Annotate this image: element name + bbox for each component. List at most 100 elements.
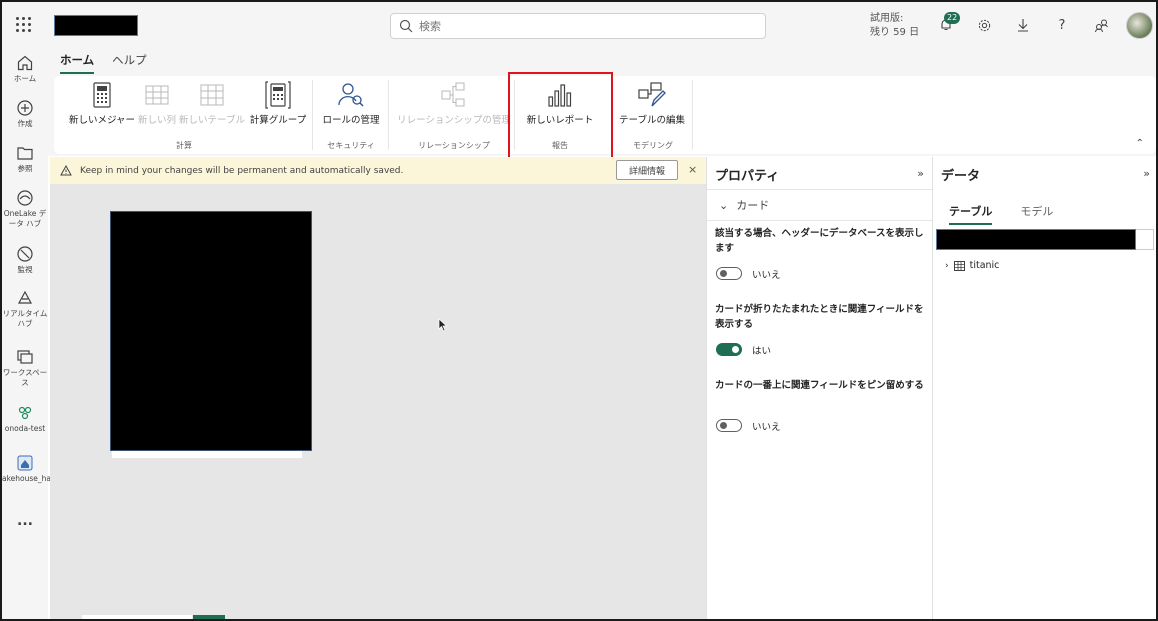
properties-pane: プロパティ » ⌄ カード 該当する場合、ヘッダーにデータベースを表示します い…: [706, 157, 933, 619]
ribbon-separator: [612, 80, 613, 150]
onelake-icon: [17, 190, 33, 206]
settings-gear-icon[interactable]: [974, 15, 994, 35]
collapse-properties-icon[interactable]: »: [917, 167, 924, 180]
calc-group-label: 計算グループ: [249, 115, 307, 126]
option-show-related-toggle[interactable]: [716, 343, 742, 356]
notification-count-badge: 22: [944, 12, 961, 24]
share-feedback-icon[interactable]: [1091, 15, 1111, 35]
rail-item-label: 監視: [17, 265, 33, 274]
tab-tables[interactable]: テーブル: [949, 203, 993, 225]
search-input[interactable]: [419, 19, 739, 33]
new-report-button[interactable]: 新しいレポート: [524, 80, 596, 126]
collapse-data-icon[interactable]: »: [1143, 167, 1150, 180]
collapse-ribbon-icon[interactable]: ⌃: [1136, 138, 1144, 149]
rail-item-label: リアルタイム ハブ: [2, 309, 48, 328]
chevron-right-icon: ›: [945, 260, 949, 271]
option-show-database-label: 該当する場合、ヘッダーにデータベースを表示します: [715, 228, 924, 254]
left-navigation-rail: ホーム 作成 参照 OneLake データ ハブ 監視 リアルタイム ハブ ワー…: [2, 48, 74, 619]
group-label-security: セキュリティ: [327, 141, 375, 150]
realtime-icon: [17, 290, 33, 304]
model-canvas[interactable]: [50, 184, 706, 615]
mouse-cursor-icon: [438, 318, 448, 332]
monitor-icon: [17, 246, 33, 262]
manage-relationships-button[interactable]: リレーションシップの管理: [396, 80, 512, 126]
tab-model[interactable]: モデル: [1020, 203, 1053, 225]
ribbon-separator: [312, 80, 313, 150]
column-icon: [145, 85, 169, 105]
new-measure-label: 新しいメジャー: [68, 115, 136, 126]
rail-item-monitor[interactable]: 監視: [2, 245, 48, 275]
manage-roles-label: ロールの管理: [322, 115, 380, 126]
rail-item-onelake[interactable]: OneLake データ ハブ: [2, 189, 48, 229]
new-measure-button[interactable]: 新しいメジャー: [66, 80, 138, 126]
more-icon[interactable]: ...: [2, 514, 48, 528]
details-button[interactable]: 詳細情報: [616, 160, 679, 180]
tab-help[interactable]: ヘルプ: [112, 52, 147, 74]
rail-item-home[interactable]: ホーム: [2, 54, 48, 84]
table-grid-icon: [953, 260, 965, 271]
help-icon[interactable]: ?: [1052, 15, 1072, 35]
rail-item-browse[interactable]: 参照: [2, 144, 48, 174]
calculator-icon: [93, 82, 111, 108]
table-tree-item[interactable]: › titanic: [945, 260, 999, 271]
rail-item-label: ホーム: [13, 74, 37, 83]
canvas-page-tab-active[interactable]: [193, 615, 225, 619]
rail-item-label: OneLake データ ハブ: [3, 209, 47, 228]
edit-tables-button[interactable]: テーブルの編集: [616, 80, 688, 126]
option-pin-related-value: いいえ: [752, 422, 781, 433]
trial-remaining: 残り 59 日: [870, 27, 920, 38]
rail-item-label: onoda-test: [4, 424, 46, 433]
new-table-button[interactable]: 新しいテーブル: [178, 80, 246, 126]
manage-roles-button[interactable]: ロールの管理: [318, 80, 384, 126]
app-launcher-icon[interactable]: [16, 17, 32, 33]
ribbon-tabs: ホーム ヘルプ: [60, 52, 147, 74]
option-show-database-value: いいえ: [752, 270, 781, 281]
search-icon: [399, 19, 413, 33]
calc-group-button[interactable]: 計算グループ: [248, 80, 308, 126]
properties-title: プロパティ: [715, 169, 780, 184]
trial-status[interactable]: 試用版: 残り 59 日: [870, 12, 919, 40]
app-window: 試用版: 残り 59 日 22 ? ホーム 作成 参照: [0, 0, 1158, 621]
new-column-label: 新しい列: [138, 115, 177, 126]
bar-chart-icon: [548, 84, 572, 107]
close-banner-icon[interactable]: ×: [688, 163, 697, 176]
canvas-page-tab[interactable]: [82, 615, 192, 619]
rail-item-label: ワークスペース: [2, 368, 48, 387]
rail-item-onoda-test[interactable]: onoda-test: [2, 404, 48, 434]
option-pin-related-label: カードの一番上に関連フィールドをピン留めする: [715, 380, 924, 391]
ribbon-toolbar: 新しいメジャー 新しい列 新しいテーブル 計算グループ 計算 ロールの管理 セキ…: [54, 76, 1156, 154]
rail-item-realtime[interactable]: リアルタイム ハブ: [2, 289, 48, 329]
ribbon-area: ホーム ヘルプ 新しいメジャー 新しい列 新しいテーブル 計算グループ 計算 ロ…: [48, 48, 1156, 156]
option-show-related-value: はい: [752, 346, 772, 357]
card-section-header[interactable]: ⌄ カード: [707, 189, 933, 221]
rail-item-create[interactable]: 作成: [2, 99, 48, 129]
info-banner: Keep in mind your changes will be perman…: [50, 157, 706, 184]
banner-message: Keep in mind your changes will be perman…: [80, 165, 404, 176]
redacted-table-card[interactable]: [110, 211, 312, 451]
rail-item-lakehouse[interactable]: akehouse_handson: [2, 454, 74, 484]
new-column-button[interactable]: 新しい列: [138, 80, 176, 126]
option-pin-related-toggle[interactable]: [716, 419, 742, 432]
download-icon[interactable]: [1013, 15, 1033, 35]
group-label-relationships: リレーションシップ: [418, 141, 490, 150]
search-box[interactable]: [390, 13, 766, 39]
calc-group-icon: [265, 81, 291, 109]
home-icon: [17, 55, 33, 71]
top-bar: 試用版: 残り 59 日 22 ?: [2, 2, 1156, 48]
option-show-database-toggle[interactable]: [716, 267, 742, 280]
rail-item-workspaces[interactable]: ワークスペース: [2, 348, 48, 388]
option-show-related-label: カードが折りたたまれたときに関連フィールドを表示する: [715, 304, 924, 330]
redacted-workspace-name: [54, 15, 138, 36]
data-search-end: [1136, 229, 1154, 250]
table-card-footer: [112, 451, 302, 458]
rail-item-label: 作成: [17, 119, 33, 128]
redacted-data-search[interactable]: [936, 229, 1136, 250]
tab-home[interactable]: ホーム: [60, 52, 95, 74]
user-avatar[interactable]: [1126, 12, 1153, 39]
browse-icon: [17, 147, 33, 160]
edit-tables-icon: [638, 82, 666, 107]
trial-label: 試用版:: [870, 13, 904, 24]
lakehouse-icon: [17, 455, 33, 471]
data-pane: データ » テーブル モデル › titanic: [932, 157, 1156, 619]
table-icon: [200, 84, 224, 106]
